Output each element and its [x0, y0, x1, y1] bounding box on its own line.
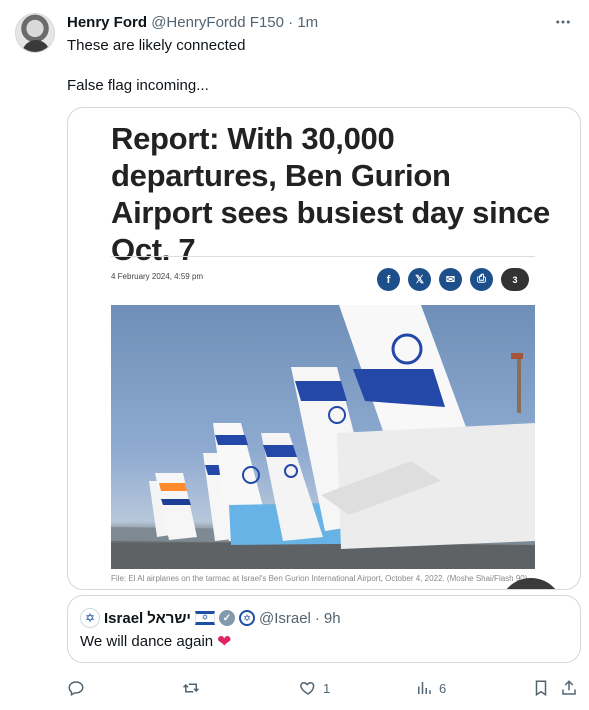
comment-count: 3: [512, 274, 518, 285]
separator-dot: ·: [314, 609, 320, 627]
share-button[interactable]: [560, 676, 578, 700]
quoted-time[interactable]: 9h: [324, 610, 341, 627]
views-button[interactable]: 6: [415, 676, 446, 700]
article-photo: [111, 305, 535, 569]
like-count: 1: [323, 680, 331, 696]
facebook-icon: f: [377, 268, 400, 291]
comments-icon: 3: [501, 268, 529, 291]
share-buttons: f 𝕏 ✉ ⎙ 3: [377, 268, 529, 291]
repost-button[interactable]: [182, 676, 206, 700]
author-avatar[interactable]: [15, 13, 55, 53]
bookmark-icon: [535, 680, 547, 697]
quoted-text-content: We will dance again: [80, 633, 214, 650]
post-header: Henry Ford @HenryFordd F150 · 1m: [67, 14, 318, 31]
separator-dot: ·: [288, 14, 294, 31]
divider: [111, 256, 535, 257]
like-icon: [300, 681, 315, 695]
author-handle[interactable]: @HenryFordd F150: [151, 14, 284, 31]
post-text-line: False flag incoming...: [67, 77, 209, 94]
article-headline: Report: With 30,000 departures, Ben Guri…: [111, 121, 550, 267]
quoted-avatar[interactable]: ✡: [80, 608, 100, 628]
quoted-text: We will dance again ❤: [80, 633, 231, 650]
views-icon: [418, 682, 431, 694]
print-icon: ⎙: [470, 268, 493, 291]
author-name[interactable]: Henry Ford: [67, 14, 147, 31]
post-text-line: These are likely connected: [67, 37, 246, 54]
post-time[interactable]: 1m: [297, 14, 318, 31]
verified-icon: ✓: [218, 610, 235, 626]
quoted-name-en[interactable]: Israel: [104, 610, 143, 627]
quoted-handle[interactable]: @Israel: [259, 610, 311, 627]
media-card[interactable]: Report: With 30,000 departures, Ben Guri…: [67, 107, 581, 590]
reply-icon: [68, 681, 84, 697]
reply-button[interactable]: [67, 676, 91, 700]
quoted-name-he[interactable]: ישראל: [147, 610, 191, 627]
government-icon: ✡: [238, 610, 255, 626]
quoted-post[interactable]: ✡ Israel ישראל ✡ ✓ ✡ @Israel · 9h We wil…: [67, 595, 581, 663]
bookmark-button[interactable]: [532, 676, 550, 700]
like-button[interactable]: 1: [299, 676, 330, 700]
more-icon[interactable]: [553, 12, 573, 32]
article-date: 4 February 2024, 4:59 pm: [111, 272, 204, 281]
heart-emoji: ❤: [217, 632, 232, 651]
quoted-post-header: ✡ Israel ישראל ✡ ✓ ✡ @Israel · 9h: [80, 608, 341, 628]
action-bar: 1 6: [67, 676, 577, 700]
photo-caption: File: El Al airplanes on the tarmac at I…: [111, 574, 528, 583]
repost-icon: [182, 683, 200, 693]
x-icon: 𝕏: [408, 268, 431, 291]
israel-flag-icon: ✡: [194, 611, 215, 625]
views-count: 6: [439, 680, 447, 696]
share-icon: [562, 680, 576, 695]
email-icon: ✉: [439, 268, 462, 291]
post-text: These are likely connected False flag in…: [67, 36, 245, 96]
